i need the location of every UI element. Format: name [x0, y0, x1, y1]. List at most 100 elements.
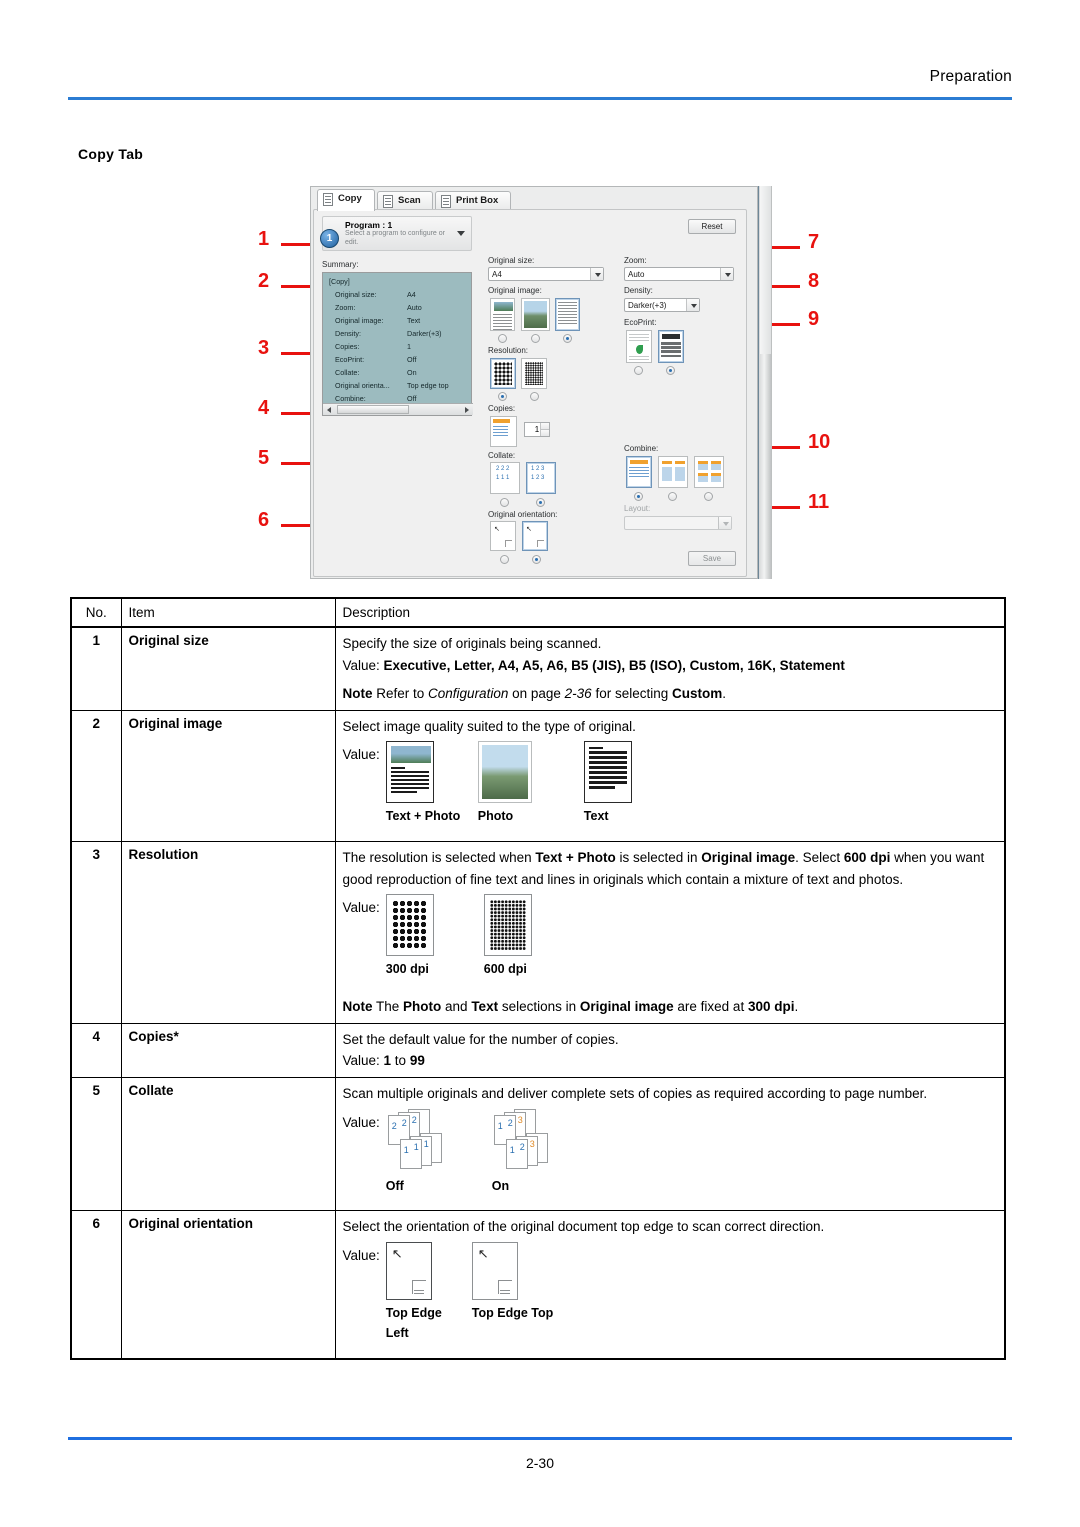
- callout-5: 5: [258, 447, 270, 469]
- callout-3: 3: [258, 337, 270, 359]
- row3-note: Note The Photo and Text selections in Or…: [343, 996, 998, 1018]
- callout-2: 2: [258, 270, 270, 292]
- zoom-select[interactable]: Auto: [624, 267, 734, 281]
- top-edge-top-icon[interactable]: ↖: [522, 521, 548, 551]
- program-selector[interactable]: 1 Program : 1 Select a program to config…: [320, 216, 472, 251]
- original-image-label: Original image:: [488, 286, 542, 295]
- combine-radio-4in1[interactable]: [704, 492, 713, 501]
- program-subtitle: Select a program to configure or edit.: [345, 230, 445, 246]
- row4-value-line: Value: 1 to 99: [343, 1050, 998, 1072]
- program-badge: 1: [320, 229, 339, 248]
- chevron-down-icon[interactable]: [718, 517, 731, 529]
- scrollbar-thumb[interactable]: [337, 405, 409, 414]
- ecoprint-radio-on[interactable]: [634, 366, 643, 375]
- collate-radio-off[interactable]: [500, 498, 509, 507]
- scroll-right-icon[interactable]: [465, 407, 469, 413]
- table-row: 3 Resolution The resolution is selected …: [70, 840, 1006, 1024]
- copy-panel: 1 Program : 1 Select a program to config…: [313, 209, 747, 577]
- collate-on-icon[interactable]: 1 2 3 1 2 3: [526, 462, 556, 494]
- chevron-down-icon[interactable]: [720, 268, 733, 280]
- combine-2in1-icon[interactable]: [658, 456, 688, 488]
- layout-label: Layout:: [624, 504, 651, 513]
- reset-button[interactable]: Reset: [688, 219, 736, 234]
- tab-print-box[interactable]: Print Box: [435, 191, 511, 211]
- summary-key-0: Original size:: [335, 290, 377, 299]
- option-top-edge-left: ↖ Top Edge Left: [385, 1242, 466, 1344]
- original-orientation-radio-left[interactable]: [500, 555, 509, 564]
- combine-radio-off[interactable]: [634, 492, 643, 501]
- resolution-radio-600[interactable]: [530, 392, 539, 401]
- row5-value-label: Value:: [342, 1115, 380, 1131]
- halftone-300-icon[interactable]: [490, 358, 516, 389]
- ecoprint-radio-off[interactable]: [666, 366, 675, 375]
- chevron-down-icon[interactable]: [686, 299, 699, 311]
- halftone-600-icon[interactable]: [521, 358, 547, 389]
- window-scrollbar[interactable]: [758, 186, 772, 579]
- callout-7: 7: [808, 231, 820, 253]
- table-row: 2 Original image Select image quality su…: [70, 709, 1006, 842]
- callout-4: 4: [258, 397, 270, 419]
- collate-radio-on[interactable]: [536, 498, 545, 507]
- scroll-left-icon[interactable]: [327, 407, 331, 413]
- header-no: No.: [70, 597, 122, 628]
- row-item-2: Original image: [120, 709, 336, 842]
- document-icon: [323, 193, 333, 206]
- chevron-down-icon[interactable]: [457, 231, 465, 236]
- header-description: Description: [334, 597, 1006, 628]
- combine-off-icon[interactable]: [626, 456, 652, 488]
- original-orientation-radio-top[interactable]: [532, 555, 541, 564]
- combine-radio-2in1[interactable]: [668, 492, 677, 501]
- summary-value-0: A4: [407, 290, 416, 299]
- table-row: 1 Original size Specify the size of orig…: [70, 626, 1006, 711]
- original-image-radio-text[interactable]: [563, 334, 572, 343]
- original-size-select[interactable]: A4: [488, 267, 604, 281]
- row3-n-a: The: [372, 998, 404, 1014]
- halftone-300-icon: [385, 894, 434, 957]
- summary-horizontal-scrollbar[interactable]: [323, 403, 473, 415]
- original-image-radio-text-photo[interactable]: [498, 334, 507, 343]
- row6-value-label: Value:: [342, 1248, 380, 1264]
- collate-off-icon: 2 2 2 1 1 1: [386, 1109, 456, 1173]
- row2-value-label: Value:: [342, 747, 380, 763]
- combine-4in1-icon[interactable]: [694, 456, 724, 488]
- option-600dpi: 600 dpi: [483, 894, 532, 979]
- table-row: 5 Collate Scan multiple originals and de…: [70, 1077, 1006, 1212]
- option-caption: Top Edge Top: [471, 1306, 554, 1321]
- resolution-radio-300[interactable]: [498, 392, 507, 401]
- copies-stepper[interactable]: 1: [524, 422, 550, 437]
- save-button[interactable]: Save: [688, 551, 736, 566]
- top-edge-left-icon[interactable]: ↖: [490, 521, 516, 551]
- row1-note-pre: Refer to: [372, 685, 429, 701]
- summary-key-4: Copies:: [335, 342, 360, 351]
- table-row: 6 Original orientation Select the orient…: [70, 1210, 1006, 1360]
- row4-v-a: Value:: [342, 1053, 384, 1069]
- row-item-1: Original size: [120, 626, 336, 711]
- ecoprint-off-icon[interactable]: [658, 330, 684, 363]
- row3-b: Text + Photo: [535, 849, 616, 865]
- layout-select[interactable]: [624, 516, 732, 530]
- chevron-down-icon[interactable]: [590, 268, 603, 280]
- photo-icon[interactable]: [521, 298, 550, 331]
- option-caption: Text + Photo: [385, 809, 461, 824]
- summary-value-4: 1: [407, 342, 411, 351]
- row-description-2: Select image quality suited to the type …: [334, 709, 1006, 842]
- text-icon[interactable]: [555, 298, 580, 331]
- tab-scan[interactable]: Scan: [377, 191, 433, 211]
- row1-note-post: for selecting: [591, 685, 672, 701]
- ecoprint-on-icon[interactable]: [626, 330, 652, 363]
- summary-key-2: Original image:: [335, 316, 384, 325]
- row3-e: . Select: [795, 849, 844, 865]
- stepper-down-icon[interactable]: [540, 429, 549, 436]
- table-header: No. Item Description: [70, 597, 1006, 628]
- original-image-radio-photo[interactable]: [531, 334, 540, 343]
- tab-copy[interactable]: Copy: [317, 189, 375, 211]
- row-description-3: The resolution is selected when Text + P…: [334, 840, 1006, 1024]
- row-item-6: Original orientation: [120, 1210, 336, 1360]
- row6-value-row: Value: ↖ Top Edge Left ↖ Top Edge Top: [343, 1242, 998, 1344]
- row4-v-b: 1: [383, 1053, 392, 1069]
- row2-value-row: Value: Text + Photo Photo Text: [343, 741, 998, 826]
- text-photo-icon[interactable]: [490, 298, 515, 331]
- footer-page-number: 2-30: [525, 1455, 555, 1471]
- collate-off-icon[interactable]: 2 2 2 1 1 1: [490, 462, 520, 494]
- density-select[interactable]: Darker(+3): [624, 298, 700, 312]
